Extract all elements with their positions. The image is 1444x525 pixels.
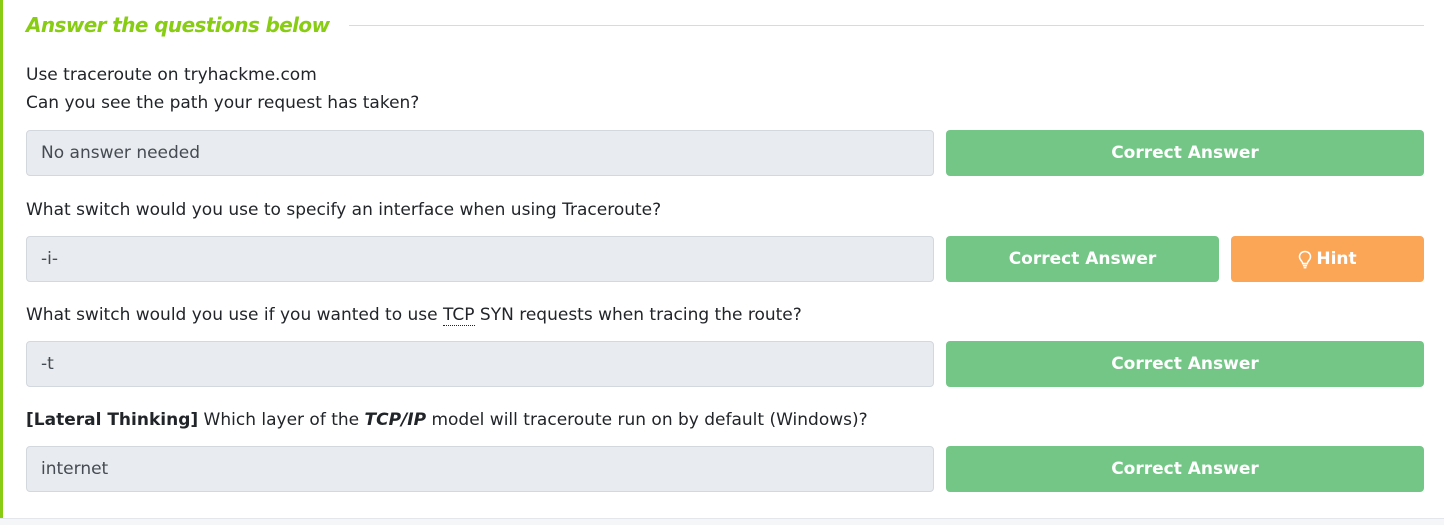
- question-2-text: What switch would you use to specify an …: [26, 200, 662, 220]
- question-1-correct-answer-label: Correct Answer: [1111, 143, 1259, 163]
- question-2-hint-button[interactable]: Hint: [1231, 236, 1424, 282]
- question-3-correct-answer-button[interactable]: Correct Answer: [946, 341, 1424, 387]
- question-1-line-2: Can you see the path your request has ta…: [26, 93, 420, 113]
- question-4-correct-answer-label: Correct Answer: [1111, 459, 1259, 479]
- section-header: Answer the questions below: [26, 10, 1424, 40]
- question-4-emphasis: TCP/IP: [364, 410, 427, 430]
- question-3-correct-answer-label: Correct Answer: [1111, 354, 1259, 374]
- question-3-text: What switch would you use if you wanted …: [26, 301, 802, 329]
- question-1-answer-field[interactable]: No answer needed: [26, 130, 934, 176]
- heading-divider: [349, 24, 1424, 26]
- question-4-prefix: [Lateral Thinking]: [26, 410, 199, 430]
- question-4-answer-field[interactable]: internet: [26, 446, 934, 492]
- question-3-answer-field[interactable]: -t: [26, 341, 934, 387]
- question-2-answer-field[interactable]: -i-: [26, 236, 934, 282]
- question-2-hint-label: Hint: [1316, 249, 1357, 269]
- question-2-correct-answer-label: Correct Answer: [1008, 249, 1157, 269]
- question-3-text-before: What switch would you use if you wanted …: [26, 305, 444, 325]
- question-4-text: [Lateral Thinking] Which layer of the TC…: [26, 406, 868, 434]
- question-1-line-1: Use traceroute on tryhackme.com: [26, 65, 317, 85]
- questions-panel: Answer the questions below Use tracerout…: [0, 0, 1444, 518]
- panel-accent-bar: [0, 0, 3, 518]
- section-heading: Answer the questions below: [26, 13, 330, 37]
- lightbulb-icon: [1298, 250, 1316, 269]
- question-4-text-after: model will traceroute run on by default …: [426, 410, 868, 430]
- question-1-correct-answer-button[interactable]: Correct Answer: [946, 130, 1424, 176]
- question-4-text-before: Which layer of the: [198, 410, 365, 430]
- question-1-text: Use traceroute on tryhackme.com Can you …: [26, 61, 419, 117]
- question-4-correct-answer-button[interactable]: Correct Answer: [946, 446, 1424, 492]
- tcp-abbreviation[interactable]: TCP: [443, 305, 475, 326]
- bottom-divider-strip: [0, 518, 1444, 525]
- question-2-correct-answer-button[interactable]: Correct Answer: [946, 236, 1219, 282]
- question-3-text-after: SYN requests when tracing the route?: [474, 305, 802, 325]
